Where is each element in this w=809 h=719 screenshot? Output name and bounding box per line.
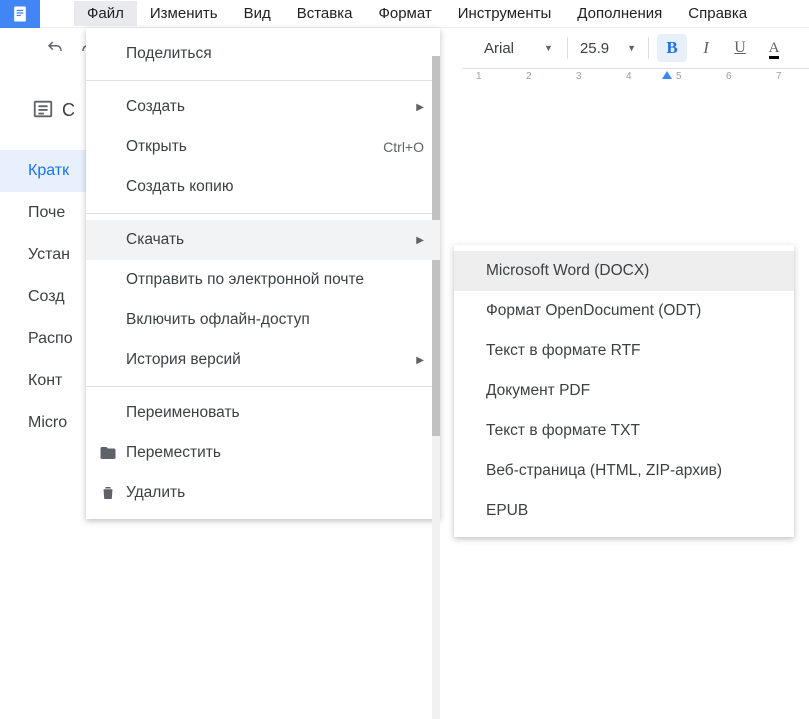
text-color-button[interactable]: A: [759, 34, 789, 62]
menu-item-share[interactable]: Поделиться: [86, 34, 440, 74]
ruler-mark: 1: [476, 71, 482, 82]
outline-pane: С Кратк Поче Устан Созд Распо Конт Micro: [0, 84, 86, 444]
trash-icon: [98, 483, 118, 503]
menu-help[interactable]: Справка: [675, 1, 760, 26]
outline-item[interactable]: Конт: [0, 360, 86, 402]
font-size-select[interactable]: 25.9 ▼: [576, 38, 640, 59]
font-size-value: 25.9: [580, 40, 609, 57]
outline-toggle-icon[interactable]: [28, 94, 58, 124]
ruler-mark: 3: [576, 71, 582, 82]
ruler-mark: 7: [776, 71, 782, 82]
submenu-item-pdf[interactable]: Документ PDF: [454, 371, 794, 411]
dropdown-caret-icon: ▼: [627, 43, 636, 53]
menu-divider: [86, 80, 440, 81]
menu-item-download[interactable]: Скачать▶: [86, 220, 440, 260]
horizontal-ruler[interactable]: 1 2 3 4 5 6 7: [462, 68, 809, 84]
font-family-value: Arial: [484, 40, 514, 57]
menu-view[interactable]: Вид: [231, 1, 284, 26]
outline-item[interactable]: Поче: [0, 192, 86, 234]
submenu-arrow-icon: ▶: [416, 355, 424, 366]
outline-item[interactable]: Созд: [0, 276, 86, 318]
submenu-item-odt[interactable]: Формат OpenDocument (ODT): [454, 291, 794, 331]
ruler-mark: 6: [726, 71, 732, 82]
docs-logo[interactable]: [0, 0, 40, 28]
italic-button[interactable]: I: [691, 34, 721, 62]
underline-button[interactable]: U: [725, 34, 755, 62]
indent-marker-icon[interactable]: [662, 71, 672, 79]
menu-addons[interactable]: Дополнения: [564, 1, 675, 26]
submenu-item-rtf[interactable]: Текст в формате RTF: [454, 331, 794, 371]
menu-insert[interactable]: Вставка: [284, 1, 366, 26]
menu-item-email[interactable]: Отправить по электронной почте: [86, 260, 440, 300]
download-submenu: Microsoft Word (DOCX) Формат OpenDocumen…: [454, 245, 794, 537]
ruler-mark: 5: [676, 71, 682, 82]
menu-item-new[interactable]: Создать▶: [86, 87, 440, 127]
menu-item-history[interactable]: История версий▶: [86, 340, 440, 380]
outline-item[interactable]: Micro: [0, 402, 86, 444]
menu-divider: [86, 386, 440, 387]
outline-letter: С: [62, 100, 75, 121]
menu-tools[interactable]: Инструменты: [445, 1, 565, 26]
ruler-mark: 2: [526, 71, 532, 82]
menu-file[interactable]: Файл: [74, 1, 137, 26]
submenu-item-epub[interactable]: EPUB: [454, 491, 794, 531]
submenu-item-docx[interactable]: Microsoft Word (DOCX): [454, 251, 794, 291]
font-family-select[interactable]: Arial ▼: [478, 38, 559, 59]
menu-item-offline[interactable]: Включить офлайн-доступ: [86, 300, 440, 340]
menu-item-open[interactable]: ОткрытьCtrl+O: [86, 127, 440, 167]
outline-item[interactable]: Кратк: [0, 150, 86, 192]
file-menu-dropdown: Поделиться Создать▶ ОткрытьCtrl+O Создат…: [86, 28, 440, 519]
outline-item[interactable]: Распо: [0, 318, 86, 360]
submenu-item-html[interactable]: Веб-страница (HTML, ZIP-архив): [454, 451, 794, 491]
undo-button[interactable]: [40, 34, 70, 62]
menu-item-rename[interactable]: Переименовать: [86, 393, 440, 433]
submenu-arrow-icon: ▶: [416, 235, 424, 246]
separator: [648, 37, 649, 59]
submenu-arrow-icon: ▶: [416, 102, 424, 113]
menu-item-move[interactable]: Переместить: [86, 433, 440, 473]
folder-icon: [98, 443, 118, 463]
menu-divider: [86, 213, 440, 214]
menubar: Файл Изменить Вид Вставка Формат Инструм…: [0, 0, 809, 28]
dropdown-caret-icon: ▼: [544, 43, 553, 53]
ruler-mark: 4: [626, 71, 632, 82]
bold-button[interactable]: B: [657, 34, 687, 62]
outline-item[interactable]: Устан: [0, 234, 86, 276]
keyboard-shortcut: Ctrl+O: [383, 139, 424, 155]
menu-item-delete[interactable]: Удалить: [86, 473, 440, 513]
separator: [567, 37, 568, 59]
menu-edit[interactable]: Изменить: [137, 1, 231, 26]
menu-item-copy[interactable]: Создать копию: [86, 167, 440, 207]
submenu-item-txt[interactable]: Текст в формате TXT: [454, 411, 794, 451]
menu-format[interactable]: Формат: [365, 1, 444, 26]
